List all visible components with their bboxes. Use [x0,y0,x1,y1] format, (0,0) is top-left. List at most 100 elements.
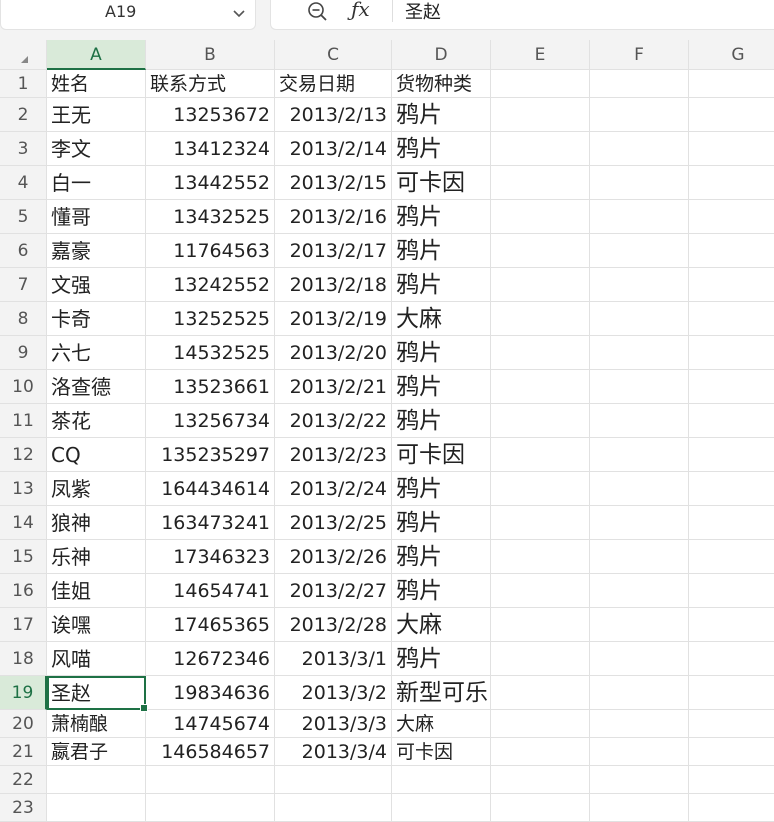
cell-g23[interactable] [689,794,774,822]
cell-b19[interactable]: 19834636 [146,676,275,710]
row-header-23[interactable]: 23 [0,794,47,822]
cell-e1[interactable] [491,70,590,98]
row-header-6[interactable]: 6 [0,234,47,268]
cell-d20[interactable]: 大麻 [392,710,491,738]
cell-b7[interactable]: 13242552 [146,268,275,302]
cell-f15[interactable] [590,540,689,574]
cell-f6[interactable] [590,234,689,268]
cell-g20[interactable] [689,710,774,738]
cell-b9[interactable]: 14532525 [146,336,275,370]
cell-g2[interactable] [689,98,774,132]
row-header-17[interactable]: 17 [0,608,47,642]
cell-a19[interactable]: 圣赵 [47,676,148,712]
cell-g4[interactable] [689,166,774,200]
cell-c7[interactable]: 2013/2/18 [275,268,392,302]
cell-e7[interactable] [491,268,590,302]
cell-b21[interactable]: 146584657 [146,738,275,766]
cell-a4[interactable]: 白一 [47,166,146,200]
cell-g7[interactable] [689,268,774,302]
cell-g9[interactable] [689,336,774,370]
cell-b1[interactable]: 联系方式 [146,70,275,98]
zoom-out-icon[interactable] [306,0,328,22]
column-header-b[interactable]: B [146,40,275,70]
cell-a1[interactable]: 姓名 [47,70,146,98]
row-header-21[interactable]: 21 [0,738,47,766]
cell-e15[interactable] [491,540,590,574]
cell-a13[interactable]: 凤紫 [47,472,146,506]
cell-b4[interactable]: 13442552 [146,166,275,200]
cell-a21[interactable]: 嬴君子 [47,738,146,766]
cell-g19[interactable] [689,676,774,710]
cell-d1[interactable]: 货物种类 [392,70,491,98]
cell-e21[interactable] [491,738,590,766]
cell-g12[interactable] [689,438,774,472]
cell-a8[interactable]: 卡奇 [47,302,146,336]
cell-g6[interactable] [689,234,774,268]
formula-bar[interactable]: ƒx 圣赵 [270,0,774,30]
cell-e20[interactable] [491,710,590,738]
column-header-a[interactable]: A [47,40,146,70]
cell-e18[interactable] [491,642,590,676]
cell-e16[interactable] [491,574,590,608]
cell-a6[interactable]: 嘉豪 [47,234,146,268]
cell-g5[interactable] [689,200,774,234]
cell-a22[interactable] [47,766,146,794]
cell-e6[interactable] [491,234,590,268]
cell-a9[interactable]: 六七 [47,336,146,370]
cell-a10[interactable]: 洛查德 [47,370,146,404]
cell-f9[interactable] [590,336,689,370]
cell-e4[interactable] [491,166,590,200]
cell-f18[interactable] [590,642,689,676]
cell-f7[interactable] [590,268,689,302]
cell-c5[interactable]: 2013/2/16 [275,200,392,234]
cell-b5[interactable]: 13432525 [146,200,275,234]
row-header-18[interactable]: 18 [0,642,47,676]
cell-a7[interactable]: 文强 [47,268,146,302]
cell-e2[interactable] [491,98,590,132]
row-header-2[interactable]: 2 [0,98,47,132]
cell-g8[interactable] [689,302,774,336]
row-header-22[interactable]: 22 [0,766,47,794]
cell-f3[interactable] [590,132,689,166]
cell-f12[interactable] [590,438,689,472]
cell-g14[interactable] [689,506,774,540]
cell-b22[interactable] [146,766,275,794]
cell-f16[interactable] [590,574,689,608]
cell-e3[interactable] [491,132,590,166]
cell-g16[interactable] [689,574,774,608]
row-header-3[interactable]: 3 [0,132,47,166]
row-header-20[interactable]: 20 [0,710,47,738]
row-header-15[interactable]: 15 [0,540,47,574]
row-header-16[interactable]: 16 [0,574,47,608]
row-header-8[interactable]: 8 [0,302,47,336]
cell-b18[interactable]: 12672346 [146,642,275,676]
cell-a12[interactable]: CQ [47,438,146,472]
cell-c11[interactable]: 2013/2/22 [275,404,392,438]
cell-b11[interactable]: 13256734 [146,404,275,438]
cell-d21[interactable]: 可卡因 [392,738,491,766]
cell-b3[interactable]: 13412324 [146,132,275,166]
cell-d16[interactable]: 鸦片 [392,574,491,608]
cell-d3[interactable]: 鸦片 [392,132,491,166]
cell-c6[interactable]: 2013/2/17 [275,234,392,268]
cell-e19[interactable] [491,676,590,710]
cell-e23[interactable] [491,794,590,822]
cell-b12[interactable]: 135235297 [146,438,275,472]
cell-c22[interactable] [275,766,392,794]
cell-c17[interactable]: 2013/2/28 [275,608,392,642]
cell-e11[interactable] [491,404,590,438]
cell-c12[interactable]: 2013/2/23 [275,438,392,472]
cell-c8[interactable]: 2013/2/19 [275,302,392,336]
cell-d23[interactable] [392,794,491,822]
cell-d17[interactable]: 大麻 [392,608,491,642]
column-header-d[interactable]: D [392,40,491,70]
cell-g15[interactable] [689,540,774,574]
row-header-4[interactable]: 4 [0,166,47,200]
cell-c18[interactable]: 2013/3/1 [275,642,392,676]
cell-d13[interactable]: 鸦片 [392,472,491,506]
cell-e8[interactable] [491,302,590,336]
cell-e5[interactable] [491,200,590,234]
cell-c4[interactable]: 2013/2/15 [275,166,392,200]
cell-c1[interactable]: 交易日期 [275,70,392,98]
cell-g13[interactable] [689,472,774,506]
